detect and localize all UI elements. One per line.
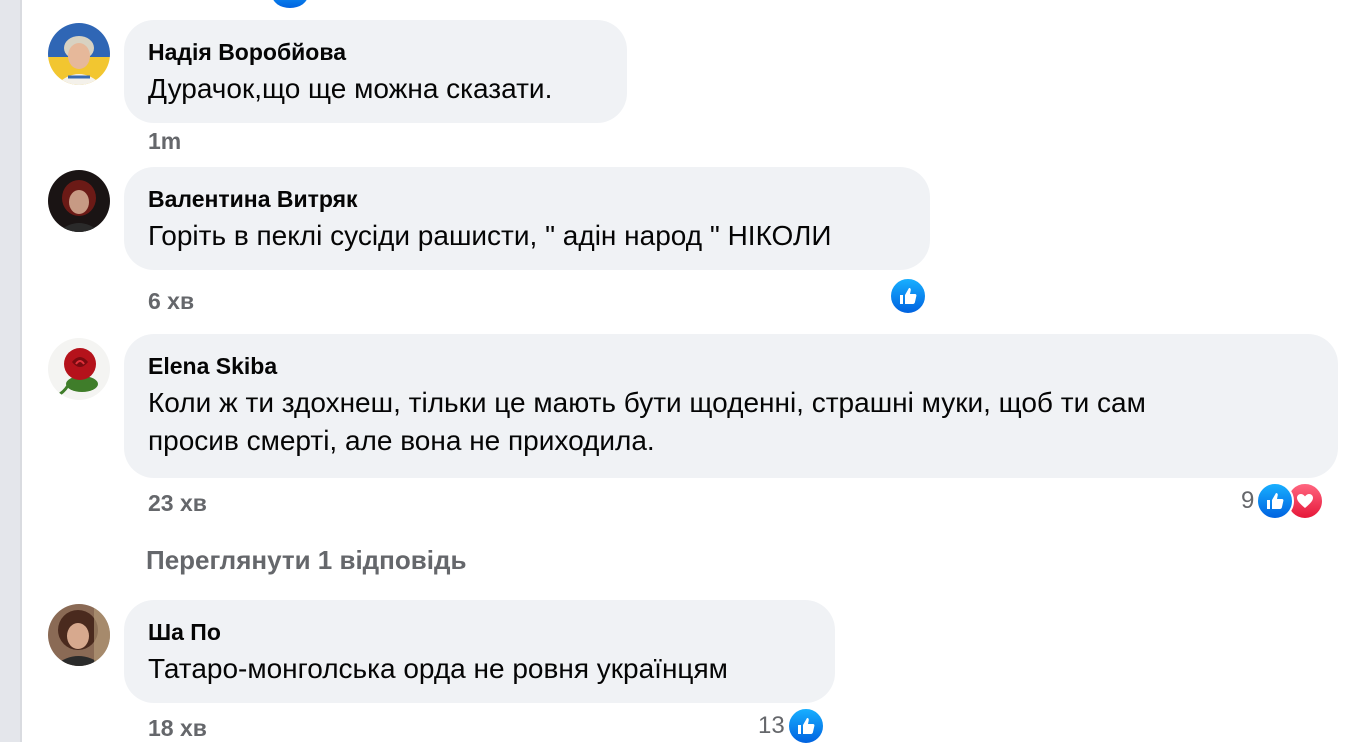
avatar-valentyna[interactable] <box>48 170 110 232</box>
reaction-summary[interactable] <box>889 277 927 315</box>
reaction-summary[interactable]: 13 <box>758 707 825 745</box>
comment-text: Горіть в пеклі сусіди рашисти, " адін на… <box>148 220 832 251</box>
comment-timestamp[interactable]: 23 хв <box>148 490 207 517</box>
comment-author[interactable]: Валентина Витряк <box>148 185 906 213</box>
comment-timestamp[interactable]: 6 хв <box>148 288 194 315</box>
avatar-nadiia[interactable] <box>48 23 110 85</box>
comment-bubble: Валентина Витряк Горіть в пеклі сусіди р… <box>124 167 930 270</box>
like-icon <box>1256 482 1295 520</box>
reaction-count: 9 <box>1241 487 1255 514</box>
reaction-count: 13 <box>758 712 785 739</box>
comment-text-line: Коли ж ти здохнеш, тільки це мають бути … <box>148 387 1146 418</box>
view-replies-link[interactable]: Переглянути 1 відповідь <box>146 545 466 576</box>
comment-bubble: Ша По Татаро-монголська орда не ровня ук… <box>124 600 835 703</box>
comment-timestamp[interactable]: 1m <box>148 128 181 155</box>
like-icon <box>786 707 825 745</box>
avatar-sha-po[interactable] <box>48 604 110 666</box>
like-icon <box>889 277 927 315</box>
top-reaction-partial <box>272 0 308 8</box>
comment-text: Дурачок,що ще можна сказати. <box>148 73 553 104</box>
avatar-elena[interactable] <box>48 338 110 400</box>
comment-author[interactable]: Надія Воробйова <box>148 38 603 66</box>
comment-author[interactable]: Elena Skiba <box>148 352 1314 380</box>
left-panel-edge <box>0 0 22 742</box>
comment-timestamp[interactable]: 18 хв <box>148 715 207 742</box>
comment-text: Татаро-монголська орда не ровня українця… <box>148 653 728 684</box>
comment-author[interactable]: Ша По <box>148 618 811 646</box>
comment-bubble: Elena Skiba Коли ж ти здохнеш, тільки це… <box>124 334 1338 478</box>
comment-text-line: просив смерті, але вона не приходила. <box>148 425 655 456</box>
reaction-summary[interactable]: 9 <box>1241 482 1325 520</box>
comment-bubble: Надія Воробйова Дурачок,що ще можна сказ… <box>124 20 627 123</box>
